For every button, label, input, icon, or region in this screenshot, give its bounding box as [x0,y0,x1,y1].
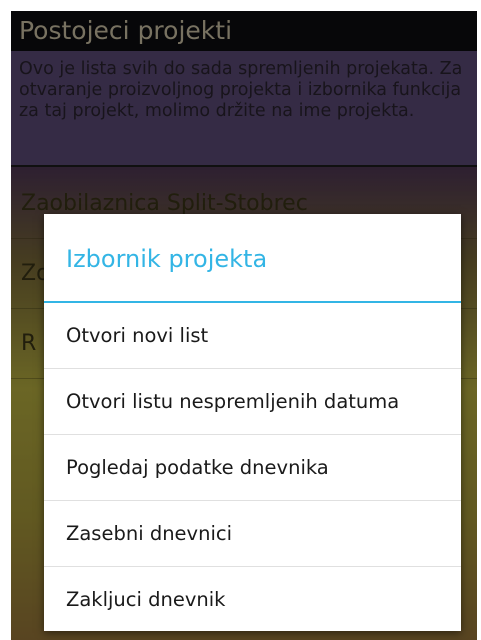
project-menu-dialog: Izbornik projekta Otvori novi list Otvor… [44,214,461,631]
dialog-title: Izbornik projekta [44,214,461,303]
menu-item-open-unsaved-dates[interactable]: Otvori listu nespremljenih datuma [44,369,461,435]
app-screen: Postojeci projekti Ovo je lista svih do … [11,11,477,640]
menu-item-open-new-sheet[interactable]: Otvori novi list [44,303,461,369]
menu-item-separate-diaries[interactable]: Zasebni dnevnici [44,501,461,567]
menu-item-view-diary-data[interactable]: Pogledaj podatke dnevnika [44,435,461,501]
menu-item-close-diary[interactable]: Zakljuci dnevnik [44,567,461,633]
